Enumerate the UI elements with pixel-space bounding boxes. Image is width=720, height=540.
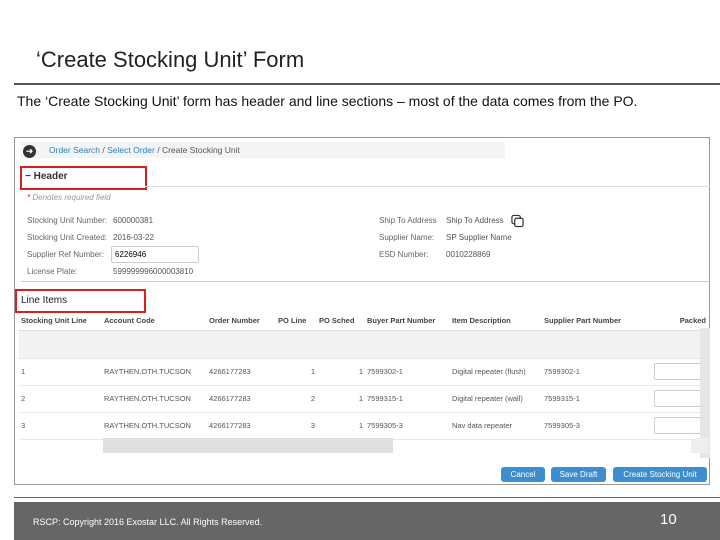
col-header: PO Sched — [317, 312, 365, 331]
cell: 7599315-1 — [542, 385, 652, 413]
col-header: Order Number — [207, 312, 276, 331]
col-header: Item Description — [450, 312, 542, 331]
field-label: ESD Number: — [379, 250, 429, 259]
slide-title: ‘Create Stocking Unit’ Form — [36, 47, 305, 72]
table-header-row: Stocking Unit Line Account Code Order Nu… — [19, 312, 708, 331]
scrollbar-corner — [691, 438, 709, 453]
col-header: PO Line — [276, 312, 317, 331]
breadcrumb-order-search[interactable]: Order Search — [49, 145, 100, 155]
horizontal-scrollbar[interactable] — [103, 438, 393, 453]
stocking-unit-number: 600000381 — [113, 216, 154, 225]
title-divider — [14, 83, 720, 85]
stocking-unit-created: 2016-03-22 — [113, 233, 154, 242]
table-row: 1 RAYTHEN.OTH.TUCSON 4266177283 1 1 7599302-1… — [19, 358, 708, 386]
cell: 1 — [317, 385, 365, 413]
cell: 7599302-1 — [365, 358, 450, 386]
breadcrumb-select-order[interactable]: Select Order — [107, 145, 155, 155]
save-draft-button[interactable]: Save Draft — [551, 467, 606, 482]
col-header: Stocking Unit Line — [19, 312, 102, 331]
breadcrumb: Order Search / Select Order / Create Sto… — [49, 145, 240, 155]
page-number: 10 — [660, 511, 677, 528]
field-label: License Plate: — [27, 267, 78, 276]
packed-input[interactable] — [654, 417, 706, 434]
filter-row — [19, 330, 708, 359]
header-section-toggle[interactable]: − Header — [25, 171, 68, 182]
cell: 1 — [19, 358, 102, 386]
footer-accent-line — [14, 497, 720, 498]
required-note: * Denotes required field — [27, 193, 111, 202]
cell: RAYTHEN.OTH.TUCSON — [102, 412, 207, 440]
divider — [145, 186, 710, 187]
cell: 7599305-3 — [365, 412, 450, 440]
create-stocking-unit-button[interactable]: Create Stocking Unit — [613, 467, 707, 482]
cell: RAYTHEN.OTH.TUCSON — [102, 385, 207, 413]
form-screenshot: ➜ Order Search / Select Order / Create S… — [14, 137, 711, 485]
breadcrumb-bar: ➜ Order Search / Select Order / Create S… — [21, 142, 505, 158]
cell: 1 — [317, 412, 365, 440]
license-plate: 599999996000003810 — [113, 267, 194, 276]
col-header: Buyer Part Number — [365, 312, 450, 331]
cell: 7599305-3 — [542, 412, 652, 440]
field-label: Supplier Name: — [379, 233, 435, 242]
arrow-right-icon[interactable]: ➜ — [23, 145, 36, 158]
table-row: 2 RAYTHEN.OTH.TUCSON 4266177283 2 1 7599315-1… — [19, 385, 708, 413]
field-label: Stocking Unit Created: — [27, 233, 108, 242]
field-label: Supplier Ref Number: — [27, 250, 104, 259]
cell: 2 — [19, 385, 102, 413]
cell: 1 — [317, 358, 365, 386]
esd-number: 0010228869 — [446, 250, 491, 259]
line-items-title: Line Items — [21, 295, 68, 306]
cell: 1 — [276, 358, 317, 386]
cell: Digital repeater (wall) — [450, 385, 542, 413]
ship-to-address: Ship To Address — [446, 216, 504, 225]
cell: Nav data repeater — [450, 412, 542, 440]
supplier-ref-number-input[interactable] — [111, 246, 199, 263]
packed-input[interactable] — [654, 363, 706, 380]
field-label: Stocking Unit Number: — [27, 216, 108, 225]
supplier-name: SP Supplier Name — [446, 233, 512, 242]
packed-input[interactable] — [654, 390, 706, 407]
cancel-button[interactable]: Cancel — [501, 467, 545, 482]
slide-description: The ‘Create Stocking Unit’ form has head… — [17, 93, 638, 109]
cell: 3 — [276, 412, 317, 440]
cell: 4266177283 — [207, 385, 276, 413]
cell: Digital repeater (flush) — [450, 358, 542, 386]
divider — [21, 281, 711, 282]
col-header: Supplier Part Number — [542, 312, 652, 331]
required-note-text: Denotes required field — [32, 193, 111, 202]
copy-icon[interactable] — [511, 214, 524, 228]
cell: 7599315-1 — [365, 385, 450, 413]
cell: 4266177283 — [207, 358, 276, 386]
cell: 3 — [19, 412, 102, 440]
table-row: 3 RAYTHEN.OTH.TUCSON 4266177283 3 1 7599305-3… — [19, 412, 708, 440]
cell: RAYTHEN.OTH.TUCSON — [102, 358, 207, 386]
field-label: Ship To Address — [379, 216, 437, 225]
breadcrumb-separator: / — [154, 145, 162, 155]
cell: 2 — [276, 385, 317, 413]
cell: 7599302-1 — [542, 358, 652, 386]
breadcrumb-current: Create Stocking Unit — [161, 145, 240, 155]
header-title: Header — [33, 171, 68, 182]
cell: 4266177283 — [207, 412, 276, 440]
line-items-table: Stocking Unit Line Account Code Order Nu… — [19, 312, 708, 440]
col-header: Account Code — [102, 312, 207, 331]
copyright: RSCP: Copyright 2016 Exostar LLC. All Ri… — [33, 517, 263, 527]
